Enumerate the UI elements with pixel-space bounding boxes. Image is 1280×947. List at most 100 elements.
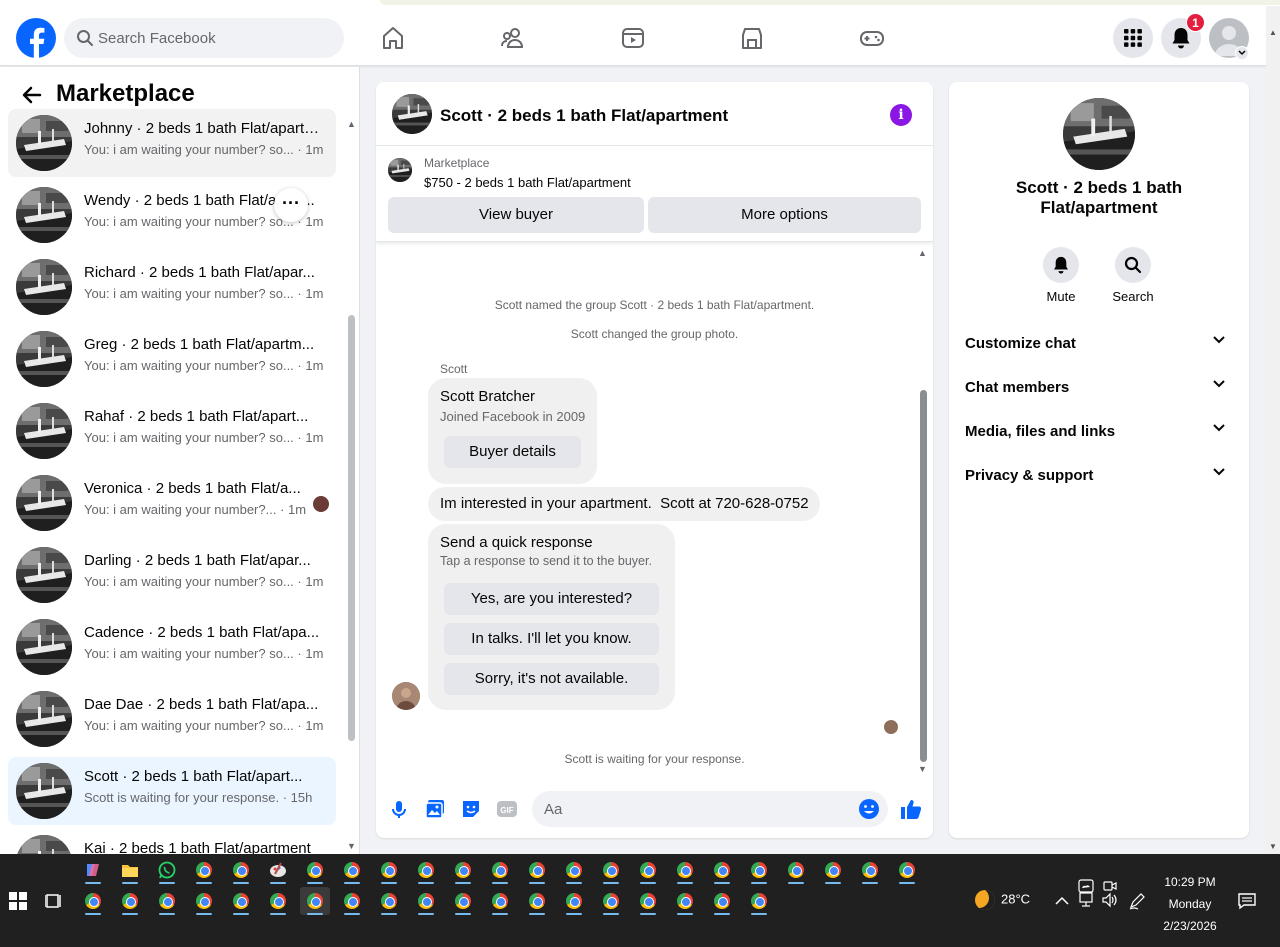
chrome-icon[interactable]	[411, 887, 441, 915]
info-icon[interactable]: i	[890, 104, 912, 126]
listing-description[interactable]: $750 - 2 beds 1 bath Flat/apartment	[424, 175, 631, 190]
chrome-icon[interactable]	[855, 856, 885, 884]
chrome-icon[interactable]	[226, 887, 256, 915]
paint-icon[interactable]	[263, 856, 293, 884]
search-in-chat-button[interactable]: Search	[1103, 247, 1163, 304]
search-bar[interactable]	[64, 18, 344, 58]
chrome-icon[interactable]	[374, 887, 404, 915]
conversation-item[interactable]: Kai · 2 beds 1 bath Flat/apartment	[8, 829, 336, 854]
mute-button[interactable]: Mute	[1031, 247, 1091, 304]
copilot-icon[interactable]	[78, 856, 108, 884]
scroll-down-arrow-icon[interactable]: ▼	[1269, 842, 1277, 851]
chrome-icon[interactable]	[633, 887, 663, 915]
conversation-item[interactable]: Darling · 2 beds 1 bath Flat/apar... You:…	[8, 541, 336, 609]
scroll-up-arrow-icon[interactable]: ▲	[1269, 28, 1277, 37]
chat-members-section[interactable]: Chat members	[965, 368, 1233, 408]
chrome-icon[interactable]	[633, 856, 663, 884]
scroll-up-arrow-icon[interactable]: ▲	[918, 248, 927, 258]
conversation-item[interactable]: Rahaf · 2 beds 1 bath Flat/apart... You: …	[8, 397, 336, 465]
marketplace-icon[interactable]	[732, 18, 772, 58]
chrome-icon[interactable]	[226, 856, 256, 884]
chrome-icon[interactable]	[559, 856, 589, 884]
chrome-icon[interactable]	[337, 887, 367, 915]
more-options-button[interactable]: More options	[648, 197, 921, 233]
scroll-down-arrow-icon[interactable]: ▼	[918, 764, 927, 774]
conversation-item[interactable]: Richard · 2 beds 1 bath Flat/apar... You:…	[8, 253, 336, 321]
chrome-icon[interactable]	[189, 856, 219, 884]
system-clock[interactable]: 10:29 PM Monday 2/23/2026	[1150, 871, 1230, 937]
message-bubble[interactable]: Im interested in your apartment. Scott a…	[428, 487, 820, 521]
chrome-icon[interactable]	[818, 856, 848, 884]
microphone-icon[interactable]	[388, 798, 410, 820]
chrome-icon[interactable]	[596, 887, 626, 915]
scrollbar-thumb[interactable]	[920, 390, 927, 762]
customize-chat-section[interactable]: Customize chat	[965, 324, 1233, 364]
chrome-icon[interactable]	[189, 887, 219, 915]
home-icon[interactable]	[373, 18, 413, 58]
buyer-details-button[interactable]: Buyer details	[444, 436, 581, 468]
chrome-icon[interactable]	[707, 856, 737, 884]
media-files-links-section[interactable]: Media, files and links	[965, 412, 1233, 452]
sidebar-scrollbar[interactable]: ▲ ▼	[346, 119, 356, 854]
chrome-icon[interactable]	[559, 887, 589, 915]
chrome-icon[interactable]	[744, 856, 774, 884]
chrome-icon[interactable]	[152, 887, 182, 915]
quick-response-option[interactable]: Sorry, it's not available.	[444, 663, 659, 695]
group-photo-large[interactable]	[1063, 98, 1135, 170]
chrome-icon[interactable]	[411, 856, 441, 884]
chrome-icon[interactable]	[485, 856, 515, 884]
listing-thumbnail[interactable]	[388, 158, 412, 182]
sticker-icon[interactable]	[460, 798, 482, 820]
network-icon[interactable]	[1078, 892, 1096, 908]
gaming-icon[interactable]	[852, 18, 892, 58]
scrollbar-thumb[interactable]	[348, 315, 355, 741]
more-options-icon[interactable]: ···	[274, 188, 308, 222]
gif-icon[interactable]: GIF	[496, 798, 518, 820]
search-input[interactable]	[98, 18, 334, 58]
scroll-down-arrow-icon[interactable]: ▼	[347, 841, 356, 851]
message-input-box[interactable]	[532, 791, 888, 827]
conversation-item[interactable]: Dae Dae · 2 beds 1 bath Flat/apa... You: …	[8, 685, 336, 753]
chrome-icon[interactable]	[78, 887, 108, 915]
chrome-icon[interactable]	[300, 856, 330, 884]
emoji-icon[interactable]	[858, 798, 880, 820]
page-scrollbar[interactable]: ▲ ▼	[1266, 6, 1280, 854]
weather-widget[interactable]: 28°C	[975, 890, 1030, 910]
chrome-icon[interactable]	[707, 887, 737, 915]
chat-scrollbar[interactable]: ▲ ▼	[917, 248, 929, 776]
chevron-up-icon[interactable]	[1055, 896, 1069, 906]
sender-avatar[interactable]	[392, 682, 420, 710]
chrome-icon[interactable]	[522, 887, 552, 915]
group-photo[interactable]	[392, 94, 432, 134]
chrome-icon[interactable]	[115, 887, 145, 915]
chrome-icon[interactable]	[670, 887, 700, 915]
chrome-icon[interactable]	[337, 856, 367, 884]
menu-grid-icon[interactable]	[1113, 18, 1153, 58]
photo-icon[interactable]	[424, 798, 446, 820]
video-icon[interactable]	[613, 18, 653, 58]
notification-center-icon[interactable]	[1238, 892, 1256, 910]
conversation-item[interactable]: Scott · 2 beds 1 bath Flat/apart... Scott…	[8, 757, 336, 825]
chrome-icon[interactable]	[892, 856, 922, 884]
chrome-icon[interactable]	[522, 856, 552, 884]
quick-response-option[interactable]: In talks. I'll let you know.	[444, 623, 659, 655]
chrome-icon[interactable]	[781, 856, 811, 884]
chrome-icon[interactable]	[744, 887, 774, 915]
windows-start-icon[interactable]	[9, 892, 27, 910]
message-input[interactable]	[544, 791, 844, 827]
chrome-icon[interactable]	[596, 856, 626, 884]
conversation-item[interactable]: Greg · 2 beds 1 bath Flat/apartm... You: …	[8, 325, 336, 393]
chevron-down-icon[interactable]	[1235, 46, 1249, 60]
chrome-icon[interactable]	[263, 887, 293, 915]
chat-title[interactable]: Scott · 2 beds 1 bath Flat/apartment	[440, 106, 728, 126]
view-buyer-button[interactable]: View buyer	[388, 197, 644, 233]
pen-icon[interactable]	[1128, 892, 1146, 910]
chrome-icon[interactable]	[485, 887, 515, 915]
friends-icon[interactable]	[493, 18, 533, 58]
conversation-item[interactable]: Cadence · 2 beds 1 bath Flat/apa... You: …	[8, 613, 336, 681]
chrome-icon[interactable]	[670, 856, 700, 884]
chrome-icon[interactable]	[448, 887, 478, 915]
privacy-support-section[interactable]: Privacy & support	[965, 456, 1233, 496]
whatsapp-icon[interactable]	[152, 856, 182, 884]
like-thumb-icon[interactable]	[899, 797, 923, 821]
